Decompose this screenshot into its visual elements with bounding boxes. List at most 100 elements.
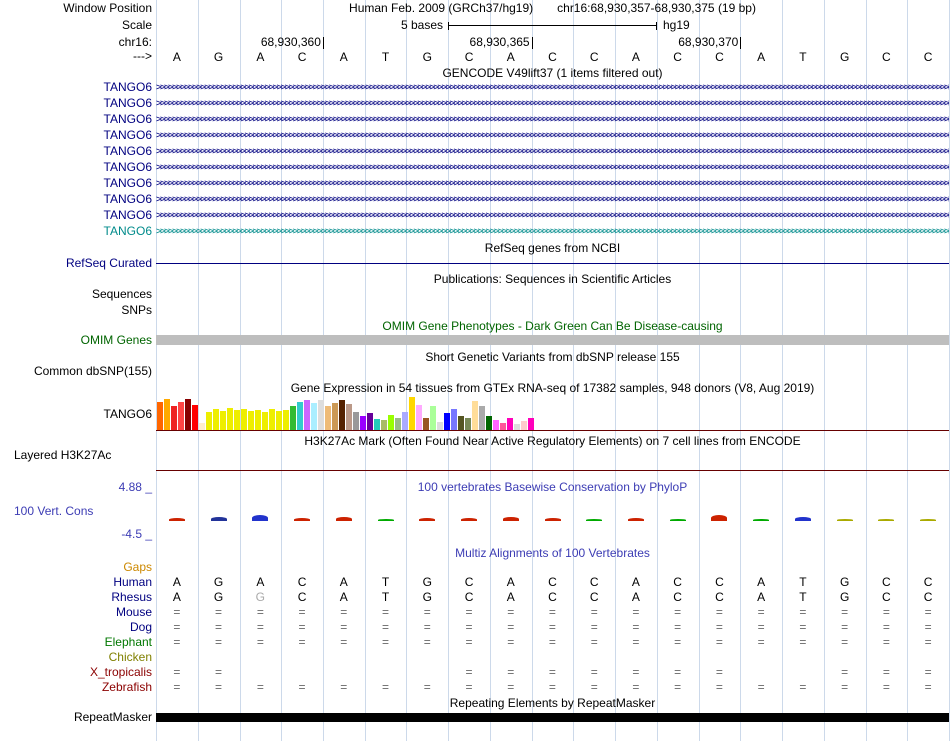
gencode-transcript-row[interactable]: >>>>>>>>>>>>>>>>>>>>>>>>>>>>>>>>>>>>>>>>… bbox=[156, 145, 949, 158]
gtex-tissue-bar bbox=[227, 408, 233, 430]
gencode-transcript-label[interactable]: TANGO6 bbox=[0, 225, 152, 238]
dna-sequence[interactable]: AGACATGCACCACCATGCC bbox=[0, 50, 950, 64]
multiz-base: C bbox=[589, 575, 599, 589]
multiz-species-label[interactable]: Rhesus bbox=[0, 591, 152, 604]
omim-gene-bar[interactable] bbox=[156, 335, 949, 345]
multiz-species-label[interactable]: X_tropicalis bbox=[0, 666, 152, 679]
gtex-tissue-bar bbox=[269, 409, 275, 430]
phylop-signal[interactable] bbox=[156, 481, 949, 540]
phylop-mark bbox=[252, 515, 269, 521]
multiz-base: = bbox=[173, 680, 181, 694]
gencode-transcript-label[interactable]: TANGO6 bbox=[0, 145, 152, 158]
h3k27ac-label[interactable]: Layered H3K27Ac bbox=[14, 449, 111, 462]
multiz-species-label[interactable]: Elephant bbox=[0, 636, 152, 649]
multiz-base: = bbox=[382, 605, 390, 619]
multiz-base: = bbox=[423, 635, 431, 649]
phylop-mark bbox=[502, 517, 519, 521]
multiz-base: = bbox=[298, 680, 306, 694]
sequences-label[interactable]: Sequences bbox=[0, 288, 152, 301]
multiz-alignment-row[interactable]: AGACATGCACCACCATGCC bbox=[156, 576, 949, 589]
coordinate-ruler[interactable]: 68,930,360 68,930,365 68,930,370 bbox=[0, 36, 950, 49]
gtex-expression-chart[interactable] bbox=[156, 396, 949, 430]
multiz-base: = bbox=[382, 680, 390, 694]
multiz-base: = bbox=[674, 665, 682, 679]
multiz-base: = bbox=[882, 680, 890, 694]
multiz-base: = bbox=[715, 620, 723, 634]
multiz-species-label[interactable]: Gaps bbox=[0, 561, 152, 574]
gencode-transcript-row[interactable]: >>>>>>>>>>>>>>>>>>>>>>>>>>>>>>>>>>>>>>>>… bbox=[156, 209, 949, 222]
gencode-transcript-row[interactable]: >>>>>>>>>>>>>>>>>>>>>>>>>>>>>>>>>>>>>>>>… bbox=[156, 177, 949, 190]
publications-track-title: Publications: Sequences in Scientific Ar… bbox=[433, 272, 672, 286]
ruler-tick bbox=[740, 37, 742, 49]
gencode-transcript-row[interactable]: >>>>>>>>>>>>>>>>>>>>>>>>>>>>>>>>>>>>>>>>… bbox=[156, 129, 949, 142]
gtex-gene-label[interactable]: TANGO6 bbox=[0, 408, 152, 421]
repeatmasker-track-title: Repeating Elements by RepeatMasker bbox=[449, 696, 656, 710]
multiz-species-label[interactable]: Chicken bbox=[0, 651, 152, 664]
gencode-transcript-label[interactable]: TANGO6 bbox=[0, 129, 152, 142]
multiz-alignment-row[interactable]: = = = = = = = = = = = = = = = = = = = bbox=[156, 606, 949, 619]
phylop-mark bbox=[168, 518, 185, 521]
multiz-base: C bbox=[923, 575, 933, 589]
multiz-species-label[interactable]: Mouse bbox=[0, 606, 152, 619]
base-letter: C bbox=[715, 50, 724, 64]
dbsnp-label[interactable]: Common dbSNP(155) bbox=[0, 365, 152, 378]
omim-genes-label[interactable]: OMIM Genes bbox=[0, 334, 152, 347]
snps-label[interactable]: SNPs bbox=[0, 304, 152, 317]
multiz-base: = bbox=[715, 665, 723, 679]
gencode-transcript-row[interactable]: >>>>>>>>>>>>>>>>>>>>>>>>>>>>>>>>>>>>>>>>… bbox=[156, 161, 949, 174]
refseq-curated-item[interactable] bbox=[156, 263, 949, 264]
multiz-base: G bbox=[422, 575, 432, 589]
multiz-base: C bbox=[589, 590, 599, 604]
gencode-transcript-row[interactable]: >>>>>>>>>>>>>>>>>>>>>>>>>>>>>>>>>>>>>>>>… bbox=[156, 113, 949, 126]
multiz-alignment-row[interactable]: = = = = = = = = = = = = = = = = = = = bbox=[156, 636, 949, 649]
gtex-tissue-bar bbox=[297, 402, 303, 430]
scale-value: 5 bases bbox=[400, 18, 443, 32]
multiz-base: C bbox=[923, 590, 933, 604]
gencode-transcript-row[interactable]: >>>>>>>>>>>>>>>>>>>>>>>>>>>>>>>>>>>>>>>>… bbox=[156, 193, 949, 206]
multiz-species-label[interactable]: Human bbox=[0, 576, 152, 589]
multiz-base: = bbox=[298, 620, 306, 634]
gencode-transcript-label[interactable]: TANGO6 bbox=[0, 209, 152, 222]
gtex-tissue-bar bbox=[437, 422, 443, 430]
multiz-alignment-row[interactable]: AGGCATGCACCACCATGCC bbox=[156, 591, 949, 604]
phylop-track-label[interactable]: 100 Vert. Cons bbox=[14, 505, 93, 518]
gencode-transcript-row[interactable]: >>>>>>>>>>>>>>>>>>>>>>>>>>>>>>>>>>>>>>>>… bbox=[156, 97, 949, 110]
assembly-short-label: hg19 bbox=[663, 18, 690, 32]
refseq-curated-label[interactable]: RefSeq Curated bbox=[0, 257, 152, 270]
gtex-tissue-bar bbox=[339, 400, 345, 430]
ruler-coordinate: 68,930,360 bbox=[260, 35, 321, 49]
gencode-transcript-label[interactable]: TANGO6 bbox=[0, 113, 152, 126]
multiz-alignment-row[interactable]: = = = = = = = = = = = = bbox=[156, 666, 949, 679]
gencode-transcript-label[interactable]: TANGO6 bbox=[0, 193, 152, 206]
base-letter: C bbox=[882, 50, 891, 64]
multiz-base: T bbox=[799, 590, 807, 604]
multiz-base: C bbox=[715, 575, 724, 589]
gtex-tissue-bar bbox=[353, 412, 359, 430]
gencode-transcript-row[interactable]: >>>>>>>>>>>>>>>>>>>>>>>>>>>>>>>>>>>>>>>>… bbox=[156, 225, 949, 238]
multiz-alignment-row[interactable] bbox=[156, 561, 949, 574]
phylop-mark bbox=[544, 518, 561, 521]
gencode-transcript-row[interactable]: >>>>>>>>>>>>>>>>>>>>>>>>>>>>>>>>>>>>>>>>… bbox=[156, 81, 949, 94]
gencode-transcript-label[interactable]: TANGO6 bbox=[0, 97, 152, 110]
gtex-tissue-bar bbox=[311, 403, 317, 430]
multiz-base: G bbox=[839, 575, 850, 589]
multiz-base: = bbox=[841, 665, 849, 679]
gencode-transcript-label[interactable]: TANGO6 bbox=[0, 161, 152, 174]
gencode-transcript-label[interactable]: TANGO6 bbox=[0, 177, 152, 190]
multiz-alignment-row[interactable]: = = = = = = = = = = = = = = = = = = = bbox=[156, 681, 949, 694]
multiz-alignment-row[interactable] bbox=[156, 651, 949, 664]
multiz-base: = bbox=[924, 680, 932, 694]
multiz-base: = bbox=[757, 680, 765, 694]
gtex-tissue-bar bbox=[332, 403, 338, 430]
multiz-base: = bbox=[715, 680, 723, 694]
repeatmasker-label[interactable]: RepeatMasker bbox=[0, 711, 152, 724]
multiz-base: = bbox=[924, 665, 932, 679]
repeat-element-bar[interactable] bbox=[156, 713, 949, 722]
multiz-species-label[interactable]: Dog bbox=[0, 621, 152, 634]
multiz-alignment-row[interactable]: = = = = = = = = = = = = = = = = = = = bbox=[156, 621, 949, 634]
gencode-transcript-label[interactable]: TANGO6 bbox=[0, 81, 152, 94]
multiz-base: C bbox=[673, 590, 682, 604]
phylop-mark bbox=[419, 518, 436, 521]
base-letter: A bbox=[339, 50, 348, 64]
multiz-species-label[interactable]: Zebrafish bbox=[0, 681, 152, 694]
